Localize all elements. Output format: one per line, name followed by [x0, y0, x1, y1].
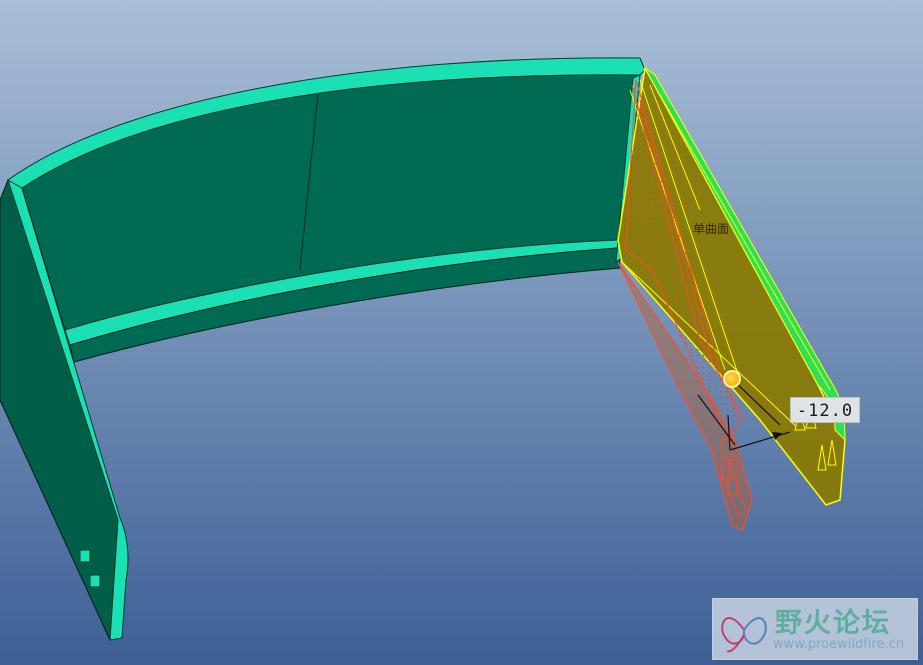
left-tab-2[interactable] [89, 574, 101, 588]
graphics-viewport[interactable]: 单曲面 -12.0 野火论坛 www.proewildfire.cn [0, 0, 923, 665]
butterfly-logo-icon [721, 617, 767, 653]
watermark-title: 野火论坛 [775, 608, 891, 639]
watermark-url: www.proewildfire.cn [773, 637, 904, 652]
watermark: 野火论坛 www.proewildfire.cn [712, 598, 918, 660]
surface-label: 单曲面 [693, 222, 730, 236]
drag-handle[interactable] [723, 370, 741, 388]
dimension-value-box[interactable]: -12.0 [790, 397, 860, 423]
left-tab-1[interactable] [79, 549, 91, 563]
model-canvas[interactable] [0, 0, 923, 665]
